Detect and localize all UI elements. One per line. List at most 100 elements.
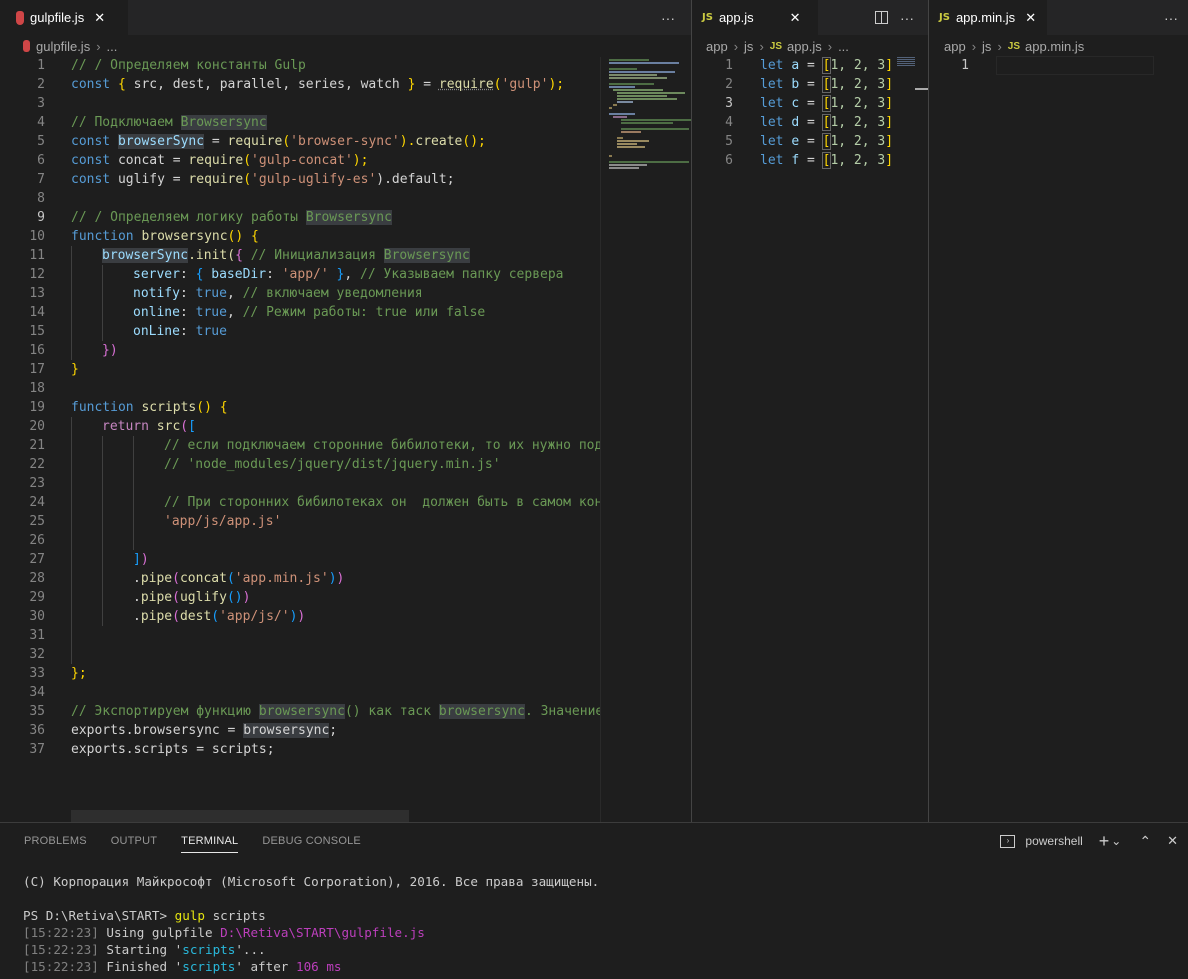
line-number: 9	[37, 210, 45, 225]
comment: // Указываем папку сервера	[360, 267, 564, 282]
variable: browserSync	[117, 134, 205, 149]
terminal-text: Finished '	[98, 959, 183, 974]
breadcrumb-file[interactable]: app.min.js	[1025, 39, 1084, 54]
more-actions-icon[interactable]: ···	[900, 10, 914, 26]
terminal-command: gulp	[174, 908, 205, 923]
tab-gulpfile[interactable]: gulpfile.js ✕	[0, 0, 128, 35]
code-line: };	[71, 664, 87, 683]
line-number: 28	[29, 571, 45, 586]
code-line: online: true, // Режим работы: true или …	[133, 303, 485, 322]
terminal-text: ' after	[235, 959, 296, 974]
line-number: 11	[29, 248, 45, 263]
bracket: ]	[885, 134, 894, 149]
more-actions-icon[interactable]: ···	[661, 10, 675, 26]
operator: ;	[266, 742, 275, 757]
minimap[interactable]	[600, 57, 691, 822]
code-line: const browserSync = require('browser-syn…	[71, 132, 486, 151]
line-number: 8	[37, 191, 45, 206]
comment-highlight: browsersync	[258, 704, 345, 719]
tab-app-min-js[interactable]: JS app.min.js ✕	[929, 0, 1047, 35]
line-number: 26	[29, 533, 45, 548]
number-list: 1, 2, 3	[830, 77, 886, 92]
minimap[interactable]	[897, 57, 917, 822]
editor-group-left: gulpfile.js ✕ ··· gulpfile.js › ... 1234…	[0, 0, 691, 822]
code-line: .pipe(concat('app.min.js'))	[133, 569, 344, 588]
breadcrumb: app › js › JS app.min.js	[929, 35, 1188, 57]
line-number: 37	[29, 742, 45, 757]
operator: =	[415, 77, 439, 92]
code-line: function browsersync() {	[71, 227, 259, 246]
code-line: .pipe(dest('app/js/'))	[133, 607, 305, 626]
line-number: 7	[37, 172, 45, 187]
keyword: let	[760, 153, 784, 168]
terminal-line: [15:22:23] Using gulpfile D:\Retiva\STAR…	[23, 924, 425, 941]
tab-terminal[interactable]: TERMINAL	[181, 823, 239, 859]
tab-label: gulpfile.js	[30, 10, 85, 25]
editor-group-right: JS app.min.js ✕ ··· app › js › JS app.mi…	[929, 0, 1188, 822]
function-name: src	[156, 419, 181, 434]
function-name: pipe	[140, 571, 173, 586]
tab-output[interactable]: OUTPUT	[111, 823, 157, 859]
indent-guide	[102, 436, 103, 626]
property: baseDir	[203, 267, 267, 282]
code-line: const concat = require('gulp-concat');	[71, 151, 368, 170]
line-number: 21	[29, 438, 45, 453]
line-number: 2	[725, 77, 733, 92]
keyword: let	[760, 115, 784, 130]
chevron-down-icon[interactable]: ⌄	[1111, 834, 1121, 848]
code-area[interactable]: 1 let a = [1, 2, 3] 2 let b = [1, 2, 3] 3 let…	[692, 0, 897, 822]
new-terminal-icon[interactable]: +	[1099, 831, 1110, 852]
property: online	[133, 305, 180, 320]
code-line: let f = [1, 2, 3]	[760, 151, 893, 170]
variable: browserSync	[102, 248, 189, 263]
terminal-arg: scripts	[205, 908, 266, 923]
bracket: }	[328, 267, 345, 282]
operator: =	[204, 134, 228, 149]
line-number: 33	[29, 666, 45, 681]
identifier: exports	[71, 723, 126, 738]
string: 'app.min.js'	[234, 571, 329, 586]
terminal-icon: ›	[1000, 834, 1016, 848]
tab-bar: gulpfile.js ✕ ···	[0, 0, 691, 35]
terminal-text: (C) Корпорация Майкрософт (Microsoft Cor…	[23, 874, 600, 889]
breadcrumb-folder-app[interactable]: app	[944, 39, 966, 54]
terminal-line: [15:22:23] Finished 'scripts' after 106 …	[23, 958, 341, 975]
horizontal-scrollbar[interactable]	[71, 810, 409, 822]
terminal-shell-select[interactable]: powershell	[1025, 834, 1082, 848]
keyword: const	[71, 77, 111, 92]
bracket: })	[102, 343, 118, 358]
code-line: exports.browsersync = browsersync;	[71, 721, 337, 740]
line-number: 3	[37, 96, 45, 111]
breadcrumb-folder-js[interactable]: js	[982, 39, 991, 54]
bracket: (	[180, 419, 189, 434]
identifier: concat =	[110, 153, 189, 168]
gulp-icon	[23, 40, 30, 52]
property: server	[133, 267, 180, 282]
code-line: let c = [1, 2, 3]	[760, 94, 893, 113]
indent-guide	[133, 436, 134, 550]
number-list: 1, 2, 3	[830, 96, 886, 111]
bracket: );	[548, 77, 565, 92]
indent-guide	[71, 417, 72, 664]
code-line: return src([	[102, 417, 196, 436]
line-number: 3	[725, 96, 733, 111]
identifier: browsersync	[243, 723, 330, 738]
operator: =	[799, 115, 823, 130]
comment: // Инициализация	[242, 248, 384, 263]
operator: ,	[344, 267, 361, 282]
tab-problems[interactable]: PROBLEMS	[24, 823, 87, 859]
maximize-panel-icon[interactable]: ⌃	[1139, 833, 1151, 850]
more-actions-icon[interactable]: ···	[1164, 10, 1178, 26]
close-icon[interactable]: ✕	[94, 10, 105, 26]
variable: b	[791, 77, 800, 92]
string: 'app/js/'	[219, 609, 290, 624]
close-panel-icon[interactable]: ✕	[1167, 833, 1178, 849]
breadcrumb-more[interactable]: ...	[107, 39, 118, 54]
line-number: 6	[37, 153, 45, 168]
tab-debug-console[interactable]: DEBUG CONSOLE	[262, 823, 361, 859]
terminal-time: [15:22:23]	[23, 942, 99, 957]
keyword: let	[760, 134, 784, 149]
breadcrumb-file[interactable]: gulpfile.js	[36, 39, 90, 54]
identifier: exports	[71, 742, 126, 757]
close-icon[interactable]: ✕	[1025, 10, 1036, 26]
